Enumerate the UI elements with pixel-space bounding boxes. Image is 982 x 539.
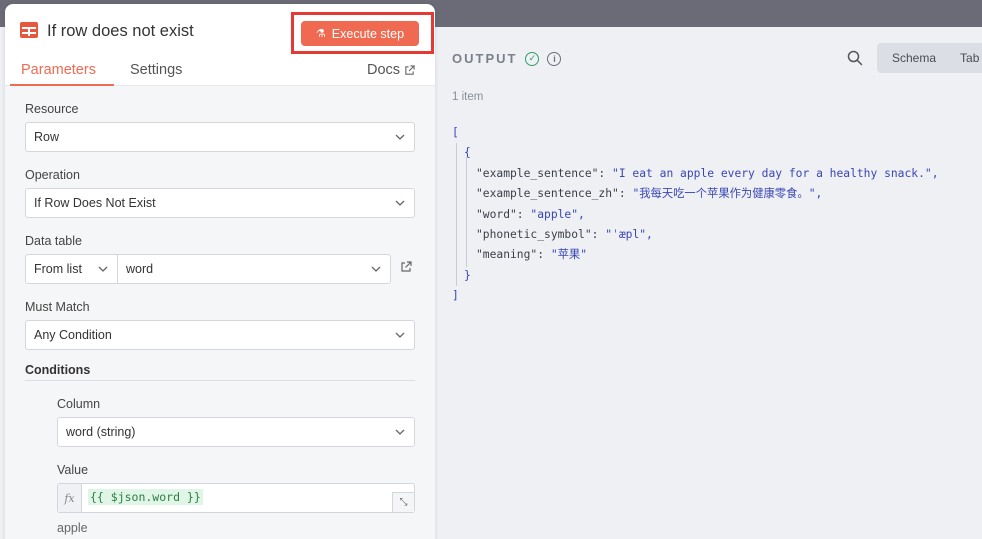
json-value: "ˈæpl" xyxy=(605,228,647,242)
node-title[interactable]: If row does not exist xyxy=(47,22,194,41)
json-row: "meaning": "苹果" xyxy=(452,245,939,265)
chevron-down-icon xyxy=(395,332,405,338)
json-row: "word": "apple", xyxy=(452,205,939,225)
column-value: word (string) xyxy=(66,425,136,439)
tab-parameters[interactable]: Parameters xyxy=(21,62,96,78)
json-open-brace: { xyxy=(464,146,471,160)
resource-label: Resource xyxy=(25,102,79,116)
chevron-down-icon xyxy=(395,134,405,140)
check-circle-icon: ✓ xyxy=(525,51,540,66)
external-link-icon xyxy=(405,64,415,75)
expression-text[interactable]: {{ $json.word }} xyxy=(88,489,203,505)
conditions-title: Conditions xyxy=(25,363,91,377)
json-key: "phonetic_symbol": xyxy=(476,228,606,242)
json-close-bracket: ] xyxy=(452,289,459,303)
expression-result: apple xyxy=(57,521,88,535)
json-key: "example_sentence": xyxy=(476,166,613,180)
operation-label: Operation xyxy=(25,168,80,182)
item-count: 1 item xyxy=(452,91,484,103)
json-value: "apple" xyxy=(530,207,579,221)
json-value: "苹果" xyxy=(550,248,588,262)
value-expression-input[interactable]: fx {{ $json.word }} ⤡ xyxy=(57,483,415,513)
tab-schema[interactable]: Schema xyxy=(877,51,948,65)
table-icon xyxy=(20,22,38,38)
chevron-down-icon xyxy=(395,429,405,435)
json-value: "I eat an apple every day for a healthy … xyxy=(612,166,932,180)
expand-icon[interactable]: ⤡ xyxy=(392,492,414,512)
column-select[interactable]: word (string) xyxy=(57,417,415,447)
must-match-select[interactable]: Any Condition xyxy=(25,320,415,350)
json-open-bracket: [ xyxy=(452,126,459,139)
data-table-value: word xyxy=(126,262,154,276)
execute-step-label: Execute step xyxy=(331,26,405,41)
json-key: "example_sentence_zh": xyxy=(476,187,633,201)
data-table-mode-value: From list xyxy=(34,262,82,276)
output-title: OUTPUT xyxy=(452,51,518,66)
fx-icon: fx xyxy=(58,484,82,512)
data-table-label: Data table xyxy=(25,234,82,248)
chevron-down-icon xyxy=(395,200,405,206)
resource-select[interactable]: Row xyxy=(25,122,415,152)
view-tabs: Schema Tab xyxy=(877,43,982,73)
docs-link[interactable]: Docs xyxy=(367,62,415,78)
resource-value: Row xyxy=(34,130,60,144)
node-header: If row does not exist ⚗ Execute step Par… xyxy=(5,4,435,86)
info-icon[interactable]: i xyxy=(547,51,562,66)
flask-icon: ⚗ xyxy=(315,28,326,40)
docs-label: Docs xyxy=(367,62,401,78)
parameters-form: Resource Row Operation If Row Does Not E… xyxy=(5,86,435,539)
json-comma: , xyxy=(931,166,939,180)
open-link-icon[interactable] xyxy=(400,261,412,273)
json-comma: , xyxy=(578,207,585,221)
value-label: Value xyxy=(57,463,89,477)
json-output: [ { "example_sentence": "I eat an apple … xyxy=(452,123,939,307)
json-row: "example_sentence_zh": "我每天吃一个苹果作为健康零食。"… xyxy=(452,184,939,204)
json-comma: , xyxy=(815,187,823,201)
data-table-select[interactable]: word xyxy=(117,254,391,284)
output-header: OUTPUT ✓ i xyxy=(452,51,562,66)
conditions-divider xyxy=(25,380,415,381)
json-comma: , xyxy=(646,228,653,242)
json-row: "phonetic_symbol": "ˈæpl", xyxy=(452,225,939,245)
chevron-down-icon xyxy=(98,266,108,272)
execute-step-button[interactable]: ⚗ Execute step xyxy=(301,21,419,46)
operation-value: If Row Does Not Exist xyxy=(34,196,156,210)
column-label: Column xyxy=(57,397,101,411)
json-row: "example_sentence": "I eat an apple ever… xyxy=(452,164,939,184)
json-close-brace: } xyxy=(464,268,471,282)
node-panel: If row does not exist ⚗ Execute step Par… xyxy=(5,4,435,539)
chevron-down-icon xyxy=(371,266,381,272)
output-panel: OUTPUT ✓ i Schema Tab 1 item [ { "exampl… xyxy=(436,27,982,539)
data-table-mode-select[interactable]: From list xyxy=(25,254,118,284)
must-match-label: Must Match xyxy=(25,300,90,314)
json-value: "我每天吃一个苹果作为健康零食。" xyxy=(632,187,816,201)
node-tabs: Parameters Settings Docs xyxy=(5,60,435,86)
tab-table[interactable]: Tab xyxy=(948,51,982,65)
json-key: "word": xyxy=(476,207,531,221)
json-key: "meaning": xyxy=(476,248,551,262)
operation-select[interactable]: If Row Does Not Exist xyxy=(25,188,415,218)
tab-settings[interactable]: Settings xyxy=(130,62,182,78)
must-match-value: Any Condition xyxy=(34,328,112,342)
search-icon[interactable] xyxy=(846,49,864,67)
